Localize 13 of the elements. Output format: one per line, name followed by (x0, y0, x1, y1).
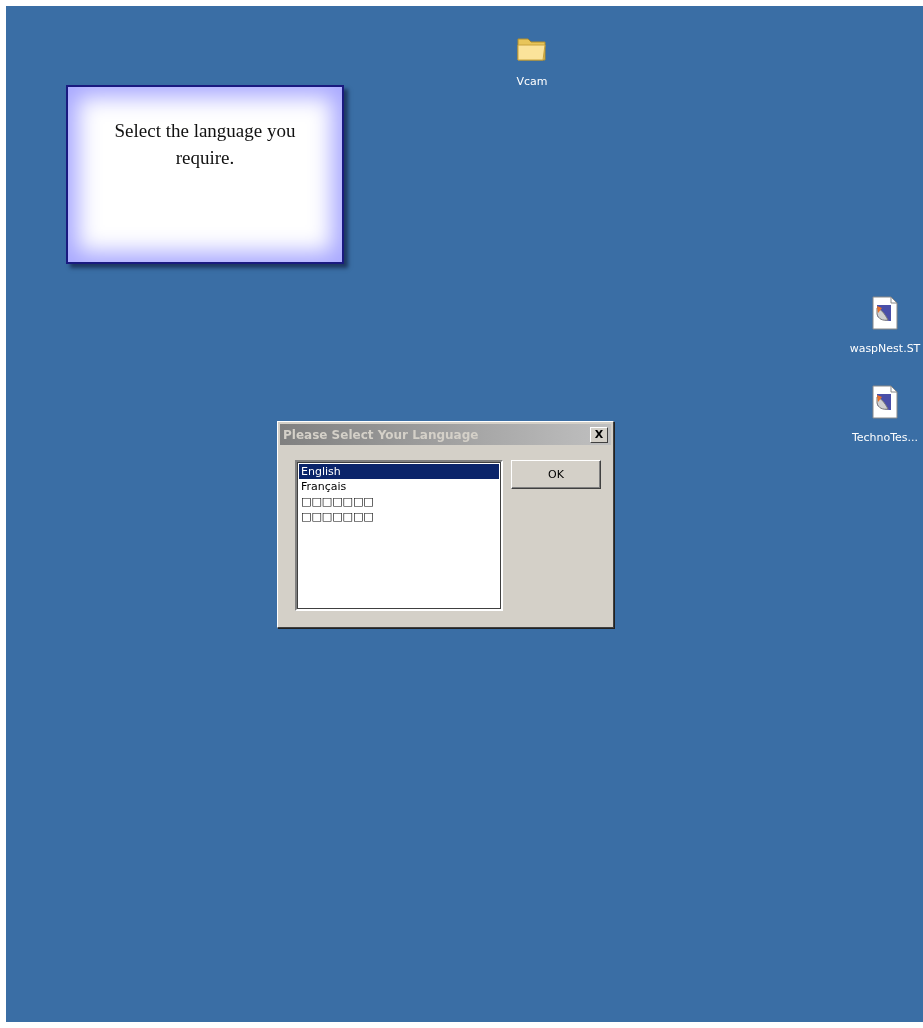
language-option[interactable]: English (299, 464, 499, 479)
language-option[interactable]: □□□□□□□ (299, 494, 499, 509)
icon-label[interactable]: Vcam (516, 75, 548, 88)
document-icon (871, 385, 899, 419)
document-icon (871, 296, 899, 330)
instruction-text: Select the language you require. (113, 119, 297, 170)
close-button[interactable]: X (590, 426, 608, 443)
icon-label[interactable]: TechnoTes... (851, 431, 919, 444)
icon-label[interactable]: waspNest.ST (849, 342, 921, 355)
language-option[interactable]: Français (299, 479, 499, 494)
dialog-title: Please Select Your Language (283, 427, 479, 442)
ok-button[interactable]: OK (511, 460, 601, 489)
language-option[interactable]: □□□□□□□ (299, 509, 499, 524)
